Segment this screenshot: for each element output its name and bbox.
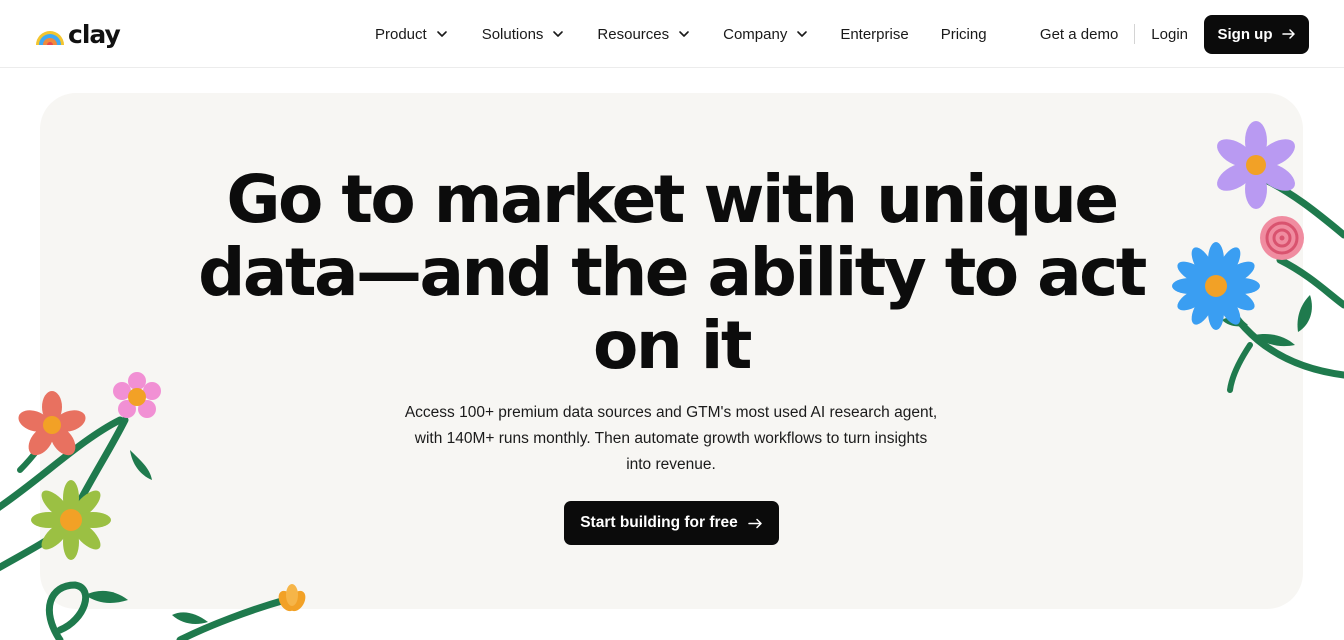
nav-item-label: Pricing	[940, 25, 987, 43]
subtext-line: with 140M+ runs monthly. Then automate g…	[414, 430, 928, 447]
nav-item-label: Solutions	[481, 25, 544, 43]
site-header: clay Product Solutions Resources Company…	[0, 0, 1344, 68]
clay-logo[interactable]: clay	[34, 20, 121, 50]
chevron-down-icon	[436, 31, 447, 37]
nav-item-solutions[interactable]: Solutions	[482, 26, 565, 43]
chevron-down-icon	[797, 31, 808, 37]
nav-item-company[interactable]: Company	[723, 26, 808, 43]
subtext-line: into revenue.	[626, 456, 716, 473]
clay-logo-icon	[36, 31, 64, 45]
nav-item-label: Resources	[597, 25, 670, 43]
arrow-right-icon	[1281, 29, 1295, 39]
cta-label: Start building for free	[580, 514, 738, 531]
rose-flower	[1260, 216, 1304, 260]
subtext-line: Access 100+ premium data sources and GTM…	[404, 404, 938, 421]
headline-line: data—and the ability to act	[198, 234, 1147, 311]
header-actions: Get a demo Login Sign up	[1040, 14, 1309, 54]
chevron-down-icon	[679, 31, 689, 37]
nav-item-enterprise[interactable]: Enterprise	[840, 26, 908, 43]
nav-item-resources[interactable]: Resources	[597, 26, 690, 43]
hero-subtext: Access 100+ premium data sources and GTM…	[371, 400, 971, 478]
pink-flower	[113, 372, 161, 418]
flower-illustration-right	[1172, 121, 1344, 393]
headline-line: Go to market with unique	[226, 161, 1119, 238]
nav-item-pricing[interactable]: Pricing	[941, 26, 987, 43]
orange-bud	[278, 584, 306, 612]
sign-up-button[interactable]: Sign up	[1204, 14, 1309, 54]
start-building-button[interactable]: Start building for free	[564, 501, 779, 545]
nav-item-product[interactable]: Product	[375, 26, 448, 43]
blue-flower	[1172, 242, 1260, 330]
nav-item-label: Enterprise	[840, 25, 909, 43]
header-divider	[1134, 24, 1136, 44]
brand-name: clay	[68, 20, 121, 49]
nav-item-label: Product	[375, 25, 427, 43]
get-a-demo-link[interactable]: Get a demo	[1040, 26, 1118, 43]
main-nav: Product Solutions Resources Company Ente…	[375, 22, 987, 46]
sign-up-label: Sign up	[1217, 25, 1273, 43]
arrow-right-icon	[748, 518, 762, 528]
login-link[interactable]: Login	[1151, 26, 1188, 43]
green-flower	[31, 480, 111, 560]
chevron-down-icon	[553, 31, 564, 37]
nav-item-label: Company	[723, 25, 788, 43]
hero-headline: Go to market with unique data—and the ab…	[40, 163, 1303, 382]
flower-illustration-left	[0, 372, 306, 640]
